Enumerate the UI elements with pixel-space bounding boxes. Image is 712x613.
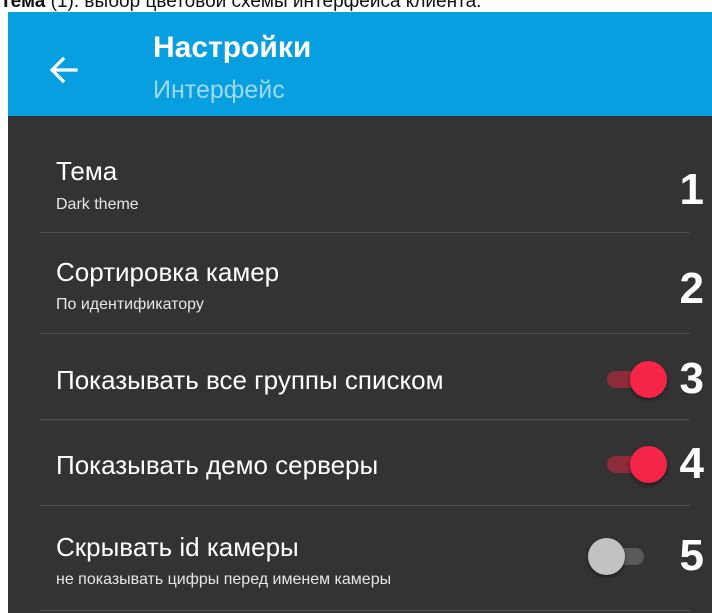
annotation-number-4: 4 bbox=[679, 439, 704, 488]
setting-show-groups-list-title: Показывать все группы списком bbox=[56, 365, 444, 395]
app-bar: Настройки Интерфейс bbox=[8, 12, 712, 116]
annotation-number-2: 2 bbox=[679, 264, 704, 313]
toggle-thumb bbox=[588, 538, 625, 575]
setting-camera-sort-title: Сортировка камер bbox=[56, 257, 280, 287]
toggle-thumb bbox=[630, 361, 667, 398]
setting-hide-camera-id-title: Скрывать id камеры bbox=[56, 532, 299, 562]
setting-theme-value: Dark theme bbox=[56, 196, 139, 213]
hide-camera-id-toggle[interactable] bbox=[588, 536, 654, 576]
page-subtitle: Интерфейс bbox=[153, 76, 285, 104]
arrow-left-icon[interactable] bbox=[48, 54, 80, 86]
setting-hide-camera-id[interactable]: Скрывать id камеры не показывать цифры п… bbox=[8, 506, 712, 613]
setting-show-groups-list[interactable]: Показывать все группы списком 3 bbox=[8, 334, 712, 419]
annotation-number-5: 5 bbox=[679, 531, 704, 580]
caption-text: (1): выбор цветовой схемы интерфейса кли… bbox=[45, 0, 482, 12]
annotation-number-1: 1 bbox=[679, 165, 704, 214]
setting-camera-sort[interactable]: Сортировка камер По идентификатору 2 bbox=[8, 233, 712, 333]
setting-camera-sort-value: По идентификатору bbox=[56, 296, 204, 313]
toggle-thumb bbox=[630, 446, 667, 483]
show-groups-list-toggle[interactable] bbox=[603, 359, 669, 399]
page-title: Настройки bbox=[153, 31, 312, 64]
setting-hide-camera-id-description: не показывать цифры перед именем камеры bbox=[56, 571, 392, 588]
annotation-number-3: 3 bbox=[679, 354, 704, 403]
show-demo-servers-toggle[interactable] bbox=[603, 444, 669, 484]
settings-list: Тема Dark theme 1 Сортировка камер По ид… bbox=[8, 116, 712, 613]
caption-bold: Тема bbox=[0, 0, 46, 12]
setting-show-demo-servers-title: Показывать демо серверы bbox=[56, 450, 379, 480]
setting-theme[interactable]: Тема Dark theme 1 bbox=[8, 116, 712, 232]
setting-theme-title: Тема bbox=[56, 156, 118, 186]
setting-show-demo-servers[interactable]: Показывать демо серверы 4 bbox=[8, 420, 712, 505]
divider bbox=[40, 610, 690, 611]
